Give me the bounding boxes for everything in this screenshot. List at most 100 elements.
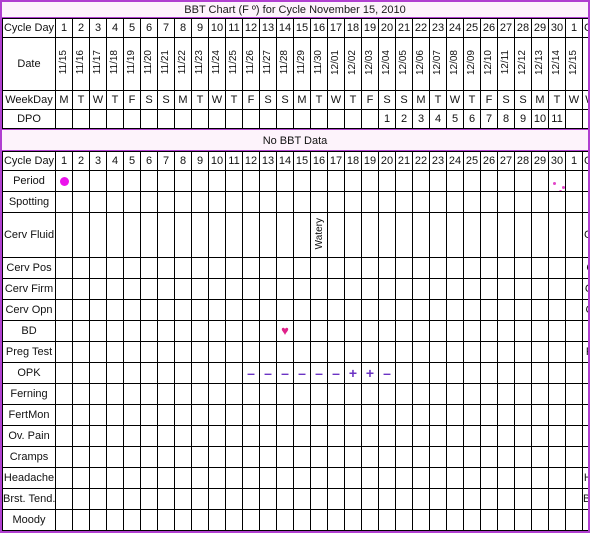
cerv_opn-cell[interactable] [395,299,413,321]
cerv_pos-cell[interactable] [327,257,345,279]
weekday-row-cell[interactable]: W [565,90,583,110]
cramps-cell[interactable] [463,446,481,468]
period-cell[interactable] [293,170,311,192]
ov_pain-cell[interactable] [242,425,260,447]
cerv_fluid-cell[interactable] [446,212,464,258]
cycle-day-row-cell[interactable]: 13 [259,18,277,38]
headache-cell[interactable] [276,467,294,489]
dpo-row-cell[interactable]: 2 [395,109,413,129]
cramps-cell[interactable] [276,446,294,468]
ov_pain-cell[interactable] [174,425,192,447]
date-row-cell[interactable]: 12/04 [378,37,396,91]
period-cell[interactable] [361,170,379,192]
bd-cell[interactable] [480,320,498,342]
cycle-day-row-cell[interactable]: 6 [140,18,158,38]
date-row-cell[interactable]: 11/26 [242,37,260,91]
cerv_fluid-cell[interactable] [429,212,447,258]
date-row-cell[interactable]: 11/27 [259,37,277,91]
cramps-cell[interactable] [429,446,447,468]
headache-cell[interactable] [208,467,226,489]
spotting-cell[interactable] [157,191,175,213]
ferning-cell[interactable] [242,383,260,405]
cycle-day-cell[interactable]: 18 [344,151,362,171]
fertmon-cell[interactable] [242,404,260,426]
dpo-row-cell[interactable] [123,109,141,129]
brst_tend-cell[interactable] [327,488,345,510]
period-cell[interactable] [514,170,532,192]
moody-cell[interactable] [327,509,345,531]
period-cell[interactable] [497,170,515,192]
opk-cell[interactable] [548,362,566,384]
cycle-day-cell[interactable]: 28 [514,151,532,171]
ferning-cell[interactable] [276,383,294,405]
headache-cell[interactable] [395,467,413,489]
headache-cell[interactable] [497,467,515,489]
dpo-row-cell[interactable] [55,109,73,129]
cramps-cell[interactable] [106,446,124,468]
opk-cell[interactable] [106,362,124,384]
date-row-cell[interactable]: 11/24 [208,37,226,91]
period-cell[interactable] [327,170,345,192]
cramps-cell[interactable] [191,446,209,468]
weekday-row-cell[interactable]: F [242,90,260,110]
weekday-row-cell[interactable]: T [225,90,243,110]
dpo-row-cell[interactable]: 5 [446,109,464,129]
cerv_firm-cell[interactable] [344,278,362,300]
cerv_pos-cell[interactable] [276,257,294,279]
moody-cell[interactable] [497,509,515,531]
cerv_opn-cell[interactable] [310,299,328,321]
cycle-day-row-cell[interactable]: 1 [565,18,583,38]
brst_tend-cell[interactable] [157,488,175,510]
cycle-day-row-cell[interactable]: 24 [446,18,464,38]
ov_pain-cell[interactable] [72,425,90,447]
preg_test-cell[interactable] [378,341,396,363]
bd-cell[interactable] [327,320,345,342]
cycle-day-row-cell[interactable]: 21 [395,18,413,38]
cerv_opn-cell[interactable] [191,299,209,321]
preg_test-cell[interactable] [123,341,141,363]
brst_tend-cell[interactable] [55,488,73,510]
cycle-day-cell[interactable]: 7 [157,151,175,171]
ferning-cell[interactable] [259,383,277,405]
cycle-day-row-cell[interactable]: 14 [276,18,294,38]
opk-cell[interactable] [497,362,515,384]
moody-cell[interactable] [106,509,124,531]
fertmon-cell[interactable] [191,404,209,426]
ferning-cell[interactable] [72,383,90,405]
cramps-cell[interactable] [548,446,566,468]
spotting-cell[interactable] [429,191,447,213]
cerv_pos-cell[interactable] [378,257,396,279]
period-cell[interactable] [344,170,362,192]
cramps-cell[interactable] [123,446,141,468]
bd-cell[interactable] [361,320,379,342]
headache-cell[interactable] [548,467,566,489]
cerv_pos-cell[interactable] [174,257,192,279]
cycle-day-row-cell[interactable]: 3 [89,18,107,38]
brst_tend-cell[interactable] [395,488,413,510]
preg_test-cell[interactable] [106,341,124,363]
cramps-cell[interactable] [361,446,379,468]
preg_test-cell[interactable] [259,341,277,363]
cerv_opn-cell[interactable] [208,299,226,321]
cycle-day-cell[interactable]: 21 [395,151,413,171]
date-row-cell[interactable]: 11/17 [89,37,107,91]
cramps-cell[interactable] [531,446,549,468]
brst_tend-cell[interactable] [293,488,311,510]
spotting-cell[interactable] [242,191,260,213]
cerv_fluid-cell[interactable] [72,212,90,258]
fertmon-cell[interactable] [514,404,532,426]
cycle-day-cell[interactable]: 12 [242,151,260,171]
weekday-row-cell[interactable]: T [191,90,209,110]
cycle-day-row-cell[interactable]: 25 [463,18,481,38]
dpo-row-cell[interactable]: 8 [497,109,515,129]
opk-cell[interactable]: + [344,362,362,384]
date-row-cell[interactable]: 11/21 [157,37,175,91]
ferning-cell[interactable] [157,383,175,405]
fertmon-cell[interactable] [429,404,447,426]
bd-cell[interactable] [293,320,311,342]
period-cell[interactable] [242,170,260,192]
dpo-row-cell[interactable] [259,109,277,129]
cerv_fluid-cell[interactable] [565,212,583,258]
cerv_firm-cell[interactable] [140,278,158,300]
cerv_firm-cell[interactable] [395,278,413,300]
